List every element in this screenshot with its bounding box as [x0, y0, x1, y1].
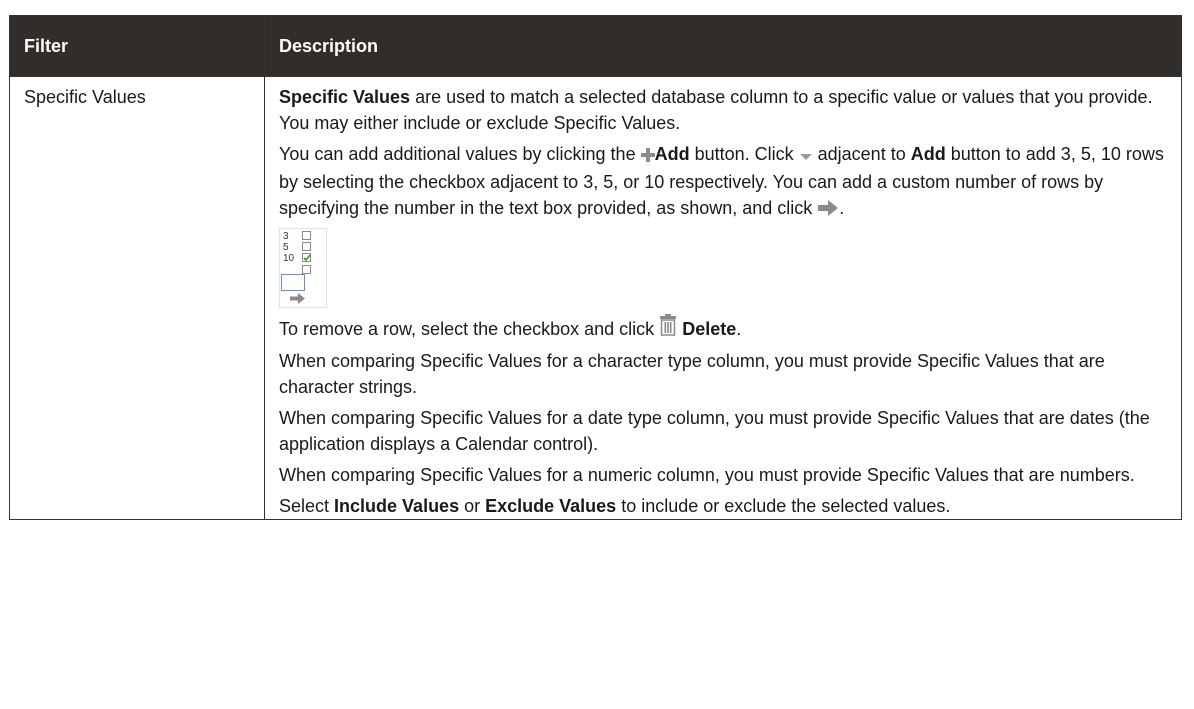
table-header-row: Filter Description: [9, 15, 1182, 77]
plus-icon: [640, 143, 655, 169]
custom-rows-textbox: [281, 274, 305, 291]
rows-option-10: 10: [283, 253, 295, 264]
paragraph-character: When comparing Specific Values for a cha…: [279, 351, 1105, 397]
checkbox-custom: [302, 265, 311, 274]
header-description: Description: [264, 15, 1182, 77]
paragraph-date: When comparing Specific Values for a dat…: [279, 408, 1150, 454]
checkbox-3: [302, 231, 311, 240]
add-label-2: Add: [910, 144, 946, 164]
trash-icon: [659, 314, 677, 343]
add-text-5: .: [839, 198, 845, 218]
filter-cell: Specific Values: [9, 76, 265, 520]
dropdown-arrow-icon: [799, 143, 813, 169]
table-row: Specific Values Specific Values are used…: [9, 76, 1182, 520]
checkbox-5: [302, 242, 311, 251]
select-text-2: or: [459, 496, 486, 516]
go-arrow-icon: [290, 293, 306, 307]
select-text-1: Select: [279, 496, 335, 516]
paragraph-delete: To remove a row, select the checkbox and…: [279, 314, 1173, 343]
select-text-3: to include or exclude the selected value…: [616, 496, 951, 516]
add-text-2: button. Click: [689, 144, 799, 164]
delete-text-2: .: [736, 319, 742, 339]
paragraph-intro: Specific Values are used to match a sele…: [279, 84, 1173, 136]
intro-text: are used to match a selected database co…: [279, 87, 1153, 133]
add-label: Add: [654, 144, 690, 164]
delete-text-1: To remove a row, select the checkbox and…: [279, 319, 660, 339]
paragraph-numeric: When comparing Specific Values for a num…: [279, 465, 1135, 485]
header-filter: Filter: [9, 15, 265, 77]
rows-picker-image: 3 5 10: [279, 228, 327, 308]
description-cell: Specific Values are used to match a sele…: [264, 76, 1182, 520]
filter-table: Filter Description Specific Values Speci…: [9, 15, 1182, 520]
rows-option-5: 5: [283, 242, 289, 253]
add-text-3: adjacent to: [812, 144, 911, 164]
checkbox-10: [302, 253, 311, 262]
right-arrow-icon: [817, 197, 839, 223]
term-specific-values: Specific Values: [279, 87, 411, 107]
exclude-values-label: Exclude Values: [485, 496, 617, 516]
include-values-label: Include Values: [334, 496, 460, 516]
add-text-1: You can add additional values by clickin…: [279, 144, 641, 164]
delete-label: Delete: [682, 319, 737, 339]
rows-option-3: 3: [283, 231, 289, 242]
filter-name: Specific Values: [24, 87, 146, 107]
paragraph-add: You can add additional values by clickin…: [279, 141, 1173, 223]
paragraph-include-exclude: Select Include Values or Exclude Values …: [279, 493, 1173, 519]
